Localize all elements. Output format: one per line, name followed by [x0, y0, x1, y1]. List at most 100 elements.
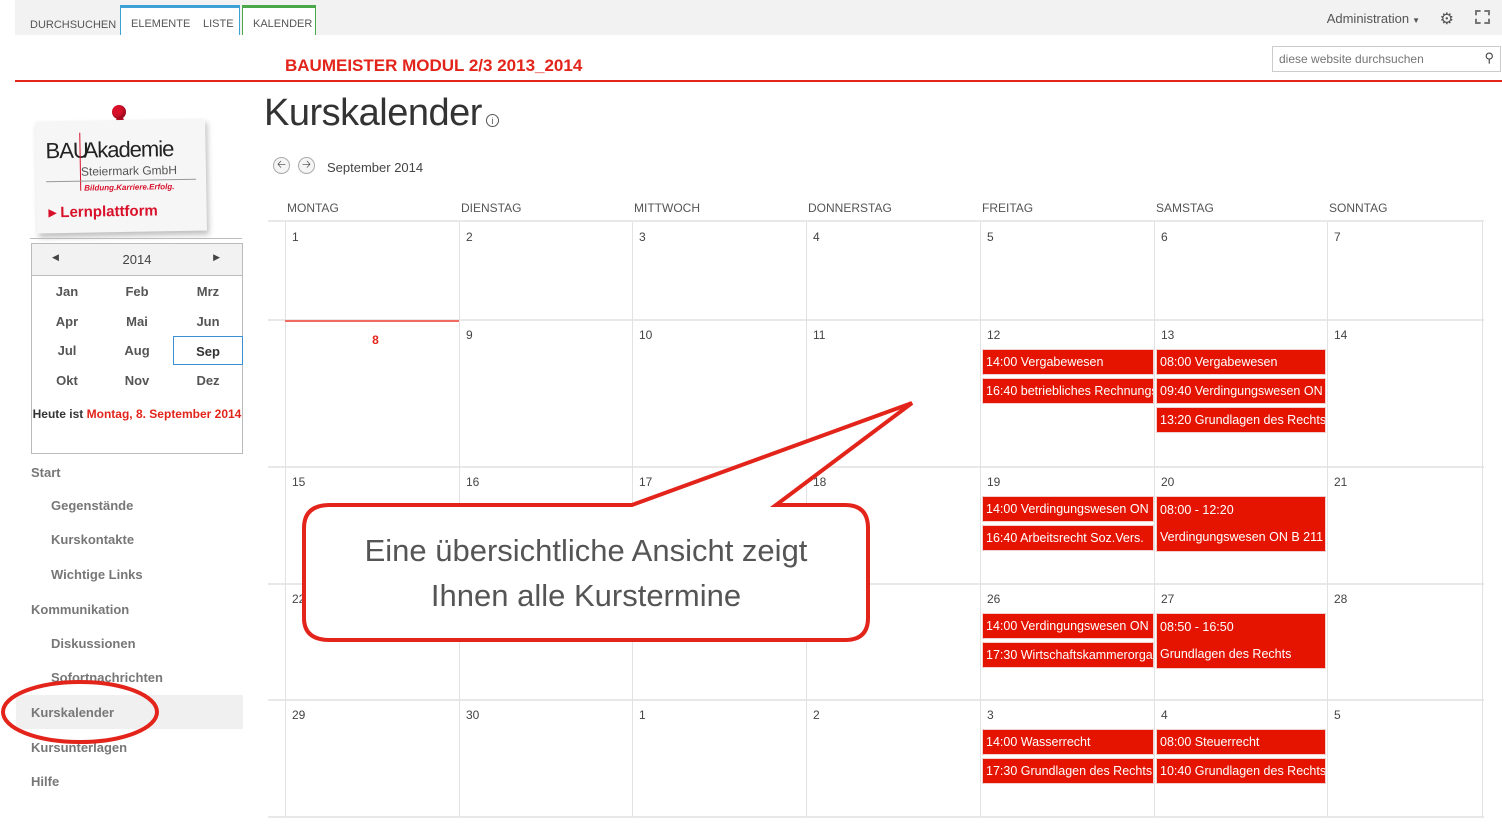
day-cell[interactable]: 28	[1327, 584, 1501, 700]
nav-item-gegenst-nde[interactable]: Gegenstände	[51, 498, 133, 513]
day-cell[interactable]: 2	[459, 222, 633, 320]
day-number[interactable]: 6	[1161, 230, 1168, 244]
tab-elemente[interactable]: ELEMENTE	[131, 18, 190, 30]
day-cell[interactable]: 1	[285, 222, 459, 320]
calendar-event[interactable]: 08:00 Vergabewesen	[1156, 349, 1326, 375]
day-number[interactable]: 27	[1161, 592, 1174, 606]
tab-durchsuchen[interactable]: DURCHSUCHEN	[30, 6, 116, 35]
day-number[interactable]: 1	[639, 708, 646, 722]
gear-icon[interactable]: ⚙	[1440, 9, 1454, 29]
nav-item-kurskalender[interactable]: Kurskalender	[31, 705, 114, 720]
month-nov[interactable]: Nov	[102, 366, 172, 395]
site-logo[interactable]: BAU Akademie Steiermark GmbH Bildung.Kar…	[35, 118, 207, 234]
day-cell[interactable]: 11	[806, 320, 980, 467]
day-number[interactable]: 3	[987, 708, 994, 722]
day-number[interactable]: 28	[1334, 592, 1347, 606]
month-mai[interactable]: Mai	[102, 307, 172, 336]
nav-item-kommunikation[interactable]: Kommunikation	[31, 602, 129, 617]
day-cell[interactable]: 6	[1154, 222, 1328, 320]
day-cell[interactable]: 3	[632, 222, 806, 320]
day-cell[interactable]: 8	[285, 320, 459, 467]
day-number[interactable]: 3	[639, 230, 646, 244]
day-number[interactable]: 22	[292, 592, 305, 606]
day-number[interactable]: 29	[292, 708, 305, 722]
day-cell[interactable]: 14	[1327, 320, 1501, 467]
day-number[interactable]: 5	[987, 230, 994, 244]
day-cell[interactable]: 30	[459, 700, 633, 817]
calendar-event[interactable]: 17:30 Wirtschaftskammerorganisation	[982, 642, 1154, 668]
day-number[interactable]: 13	[1161, 328, 1174, 342]
calendar-event[interactable]: 17:30 Grundlagen des Rechts	[982, 758, 1154, 784]
month-feb[interactable]: Feb	[102, 277, 172, 306]
nav-item-wichtige-links[interactable]: Wichtige Links	[51, 567, 143, 582]
month-jun[interactable]: Jun	[173, 307, 243, 336]
site-title[interactable]: BAUMEISTER MODUL 2/3 2013_2014	[285, 56, 582, 76]
search-icon[interactable]: ⚲	[1484, 50, 1494, 66]
day-number[interactable]: 14	[1334, 328, 1347, 342]
month-mrz[interactable]: Mrz	[173, 277, 243, 306]
focus-mode-icon[interactable]	[1475, 10, 1490, 24]
day-number[interactable]: 30	[466, 708, 479, 722]
day-number[interactable]: 4	[1161, 708, 1168, 722]
calendar-event[interactable]: 08:00 - 12:20 Verdingungswesen ON B 211	[1156, 496, 1326, 552]
day-cell[interactable]: 5	[1327, 700, 1501, 817]
day-number[interactable]: 16	[466, 475, 479, 489]
calendar-event[interactable]: 14:00 Vergabewesen	[982, 349, 1154, 375]
day-cell[interactable]: 4	[806, 222, 980, 320]
day-number[interactable]: 17	[639, 475, 652, 489]
day-number[interactable]: 10	[639, 328, 652, 342]
month-dez[interactable]: Dez	[173, 366, 243, 395]
next-year-icon[interactable]: ▶	[213, 252, 220, 263]
calendar-event[interactable]: 08:50 - 16:50 Grundlagen des Rechts	[1156, 613, 1326, 669]
day-number[interactable]: 9	[466, 328, 473, 342]
nav-item-sofortnachrichten[interactable]: Sofortnachrichten	[51, 670, 163, 685]
nav-item-kursunterlagen[interactable]: Kursunterlagen	[31, 740, 127, 755]
day-number[interactable]: 18	[813, 475, 826, 489]
day-number[interactable]: 1	[292, 230, 299, 244]
today-date-link[interactable]: Montag, 8. September 2014	[87, 407, 242, 421]
day-number[interactable]: 26	[987, 592, 1000, 606]
month-jan[interactable]: Jan	[32, 277, 102, 306]
day-number[interactable]: 4	[813, 230, 820, 244]
admin-menu[interactable]: Administration ▼	[1327, 11, 1420, 26]
search-input[interactable]	[1273, 47, 1473, 71]
nav-item-diskussionen[interactable]: Diskussionen	[51, 636, 136, 651]
nav-item-hilfe[interactable]: Hilfe	[31, 774, 59, 789]
day-cell[interactable]: 29	[285, 700, 459, 817]
calendar-event[interactable]: 14:00 Verdingungswesen ON	[982, 496, 1154, 522]
day-number[interactable]: 21	[1334, 475, 1347, 489]
day-cell[interactable]: 7	[1327, 222, 1501, 320]
day-number[interactable]: 20	[1161, 475, 1174, 489]
day-cell[interactable]: 9	[459, 320, 633, 467]
day-number[interactable]: 12	[987, 328, 1000, 342]
day-cell[interactable]: 21	[1327, 467, 1501, 584]
prev-month-button[interactable]: 🡠	[273, 157, 290, 174]
info-icon[interactable]: i	[486, 114, 499, 127]
next-month-button[interactable]: 🡢	[298, 157, 315, 174]
day-cell[interactable]: 1	[632, 700, 806, 817]
calendar-event[interactable]: 08:00 Steuerrecht	[1156, 729, 1326, 755]
calendar-event[interactable]: 14:00 Wasserrecht	[982, 729, 1154, 755]
nav-item-kurskontakte[interactable]: Kurskontakte	[51, 532, 134, 547]
day-number[interactable]: 15	[292, 475, 305, 489]
month-jul[interactable]: Jul	[32, 336, 102, 365]
nav-item-start[interactable]: Start	[31, 465, 61, 480]
month-aug[interactable]: Aug	[102, 336, 172, 365]
month-sep[interactable]: Sep	[173, 336, 243, 365]
day-number[interactable]: 5	[1334, 708, 1341, 722]
tab-liste[interactable]: LISTE	[203, 18, 234, 30]
tab-kalender[interactable]: KALENDER	[253, 18, 312, 30]
calendar-event[interactable]: 16:40 betriebliches Rechnungswesen	[982, 378, 1154, 404]
day-number[interactable]: 19	[987, 475, 1000, 489]
day-number[interactable]: 2	[813, 708, 820, 722]
calendar-event[interactable]: 10:40 Grundlagen des Rechts	[1156, 758, 1326, 784]
calendar-event[interactable]: 16:40 Arbeitsrecht Soz.Vers.	[982, 525, 1154, 551]
day-cell[interactable]: 2	[806, 700, 980, 817]
month-apr[interactable]: Apr	[32, 307, 102, 336]
day-cell[interactable]: 10	[632, 320, 806, 467]
day-number[interactable]: 8	[292, 328, 459, 352]
calendar-event[interactable]: 14:00 Verdingungswesen ON	[982, 613, 1154, 639]
month-okt[interactable]: Okt	[32, 366, 102, 395]
day-number[interactable]: 7	[1334, 230, 1341, 244]
day-cell[interactable]: 5	[980, 222, 1154, 320]
